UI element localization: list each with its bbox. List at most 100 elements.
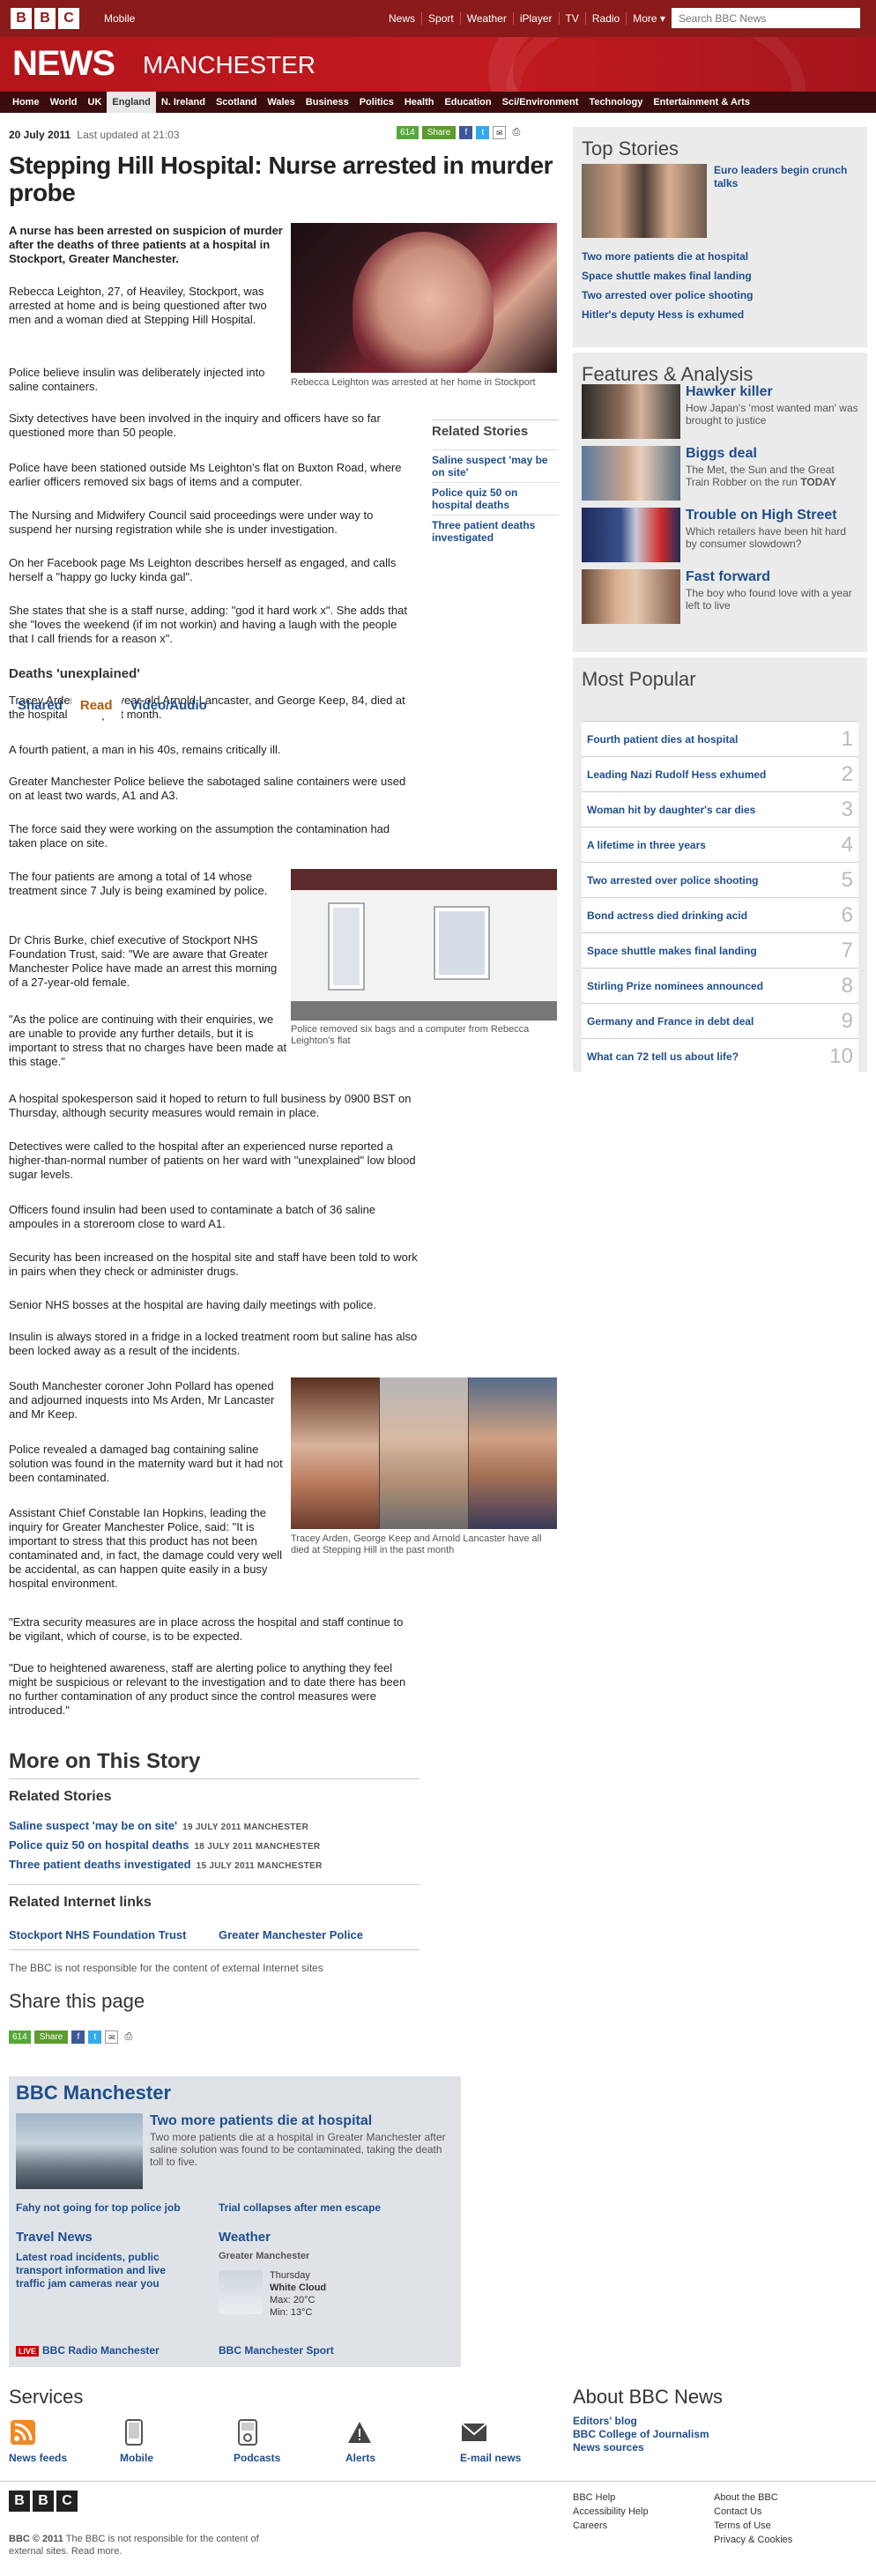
bbc-logo[interactable]: B B C: [11, 8, 79, 29]
news-wordmark[interactable]: NEWS: [12, 44, 115, 84]
feature-image[interactable]: [582, 384, 680, 439]
most-popular-item[interactable]: Fourth patient dies at hospital 1: [582, 721, 858, 756]
most-popular-item[interactable]: Woman hit by daughter's car dies 3: [582, 791, 858, 827]
share-button[interactable]: Share: [421, 126, 457, 139]
related-story-link[interactable]: Three patient deaths investigated: [432, 515, 559, 547]
about-link[interactable]: Editors' blog: [573, 2415, 637, 2427]
service-alerts[interactable]: Alerts: [345, 2418, 375, 2464]
tab-shared[interactable]: Shared: [9, 693, 71, 718]
print-icon[interactable]: ⎙: [122, 2030, 136, 2044]
travel-news-link[interactable]: Latest road incidents, public transport …: [16, 2251, 192, 2290]
travel-news-heading[interactable]: Travel News: [16, 2230, 93, 2245]
related-story-title[interactable]: Police quiz 50 on hospital deaths: [9, 1838, 189, 1852]
footer-link[interactable]: Accessibility Help: [573, 2506, 649, 2517]
internet-link[interactable]: Greater Manchester Police: [219, 1928, 363, 1941]
about-link[interactable]: BBC College of Journalism: [573, 2428, 709, 2440]
most-popular-title[interactable]: Germany and France in debt deal: [587, 1015, 754, 1028]
feature-title[interactable]: Trouble on High Street: [686, 508, 837, 523]
nav-iplayer[interactable]: iPlayer: [514, 12, 560, 25]
weather-heading[interactable]: Weather: [219, 2230, 271, 2245]
facebook-icon[interactable]: f: [71, 2030, 85, 2044]
section-england[interactable]: England: [107, 92, 156, 113]
local-lead-image[interactable]: [16, 2113, 143, 2189]
related-story-link[interactable]: Police quiz 50 on hospital deaths 18 JULY…: [9, 1838, 320, 1852]
most-popular-item[interactable]: Two arrested over police shooting 5: [582, 862, 858, 897]
section-entertainment[interactable]: Entertainment & Arts: [648, 92, 755, 113]
feature-image[interactable]: [582, 446, 680, 501]
top-story-link[interactable]: Hitler's deputy Hess is exhumed: [582, 308, 744, 321]
print-icon[interactable]: ⎙: [509, 126, 523, 139]
most-popular-item[interactable]: A lifetime in three years 4: [582, 827, 858, 862]
related-story-title[interactable]: Three patient deaths investigated: [9, 1858, 191, 1871]
related-story-link[interactable]: Saline suspect 'may be on site' 19 JULY 2…: [9, 1819, 308, 1832]
top-story-link[interactable]: Space shuttle makes final landing: [582, 270, 752, 282]
service-label[interactable]: Mobile: [120, 2452, 153, 2464]
service-podcasts[interactable]: Podcasts: [234, 2418, 280, 2464]
top-story-lead[interactable]: Euro leaders begin crunch talks: [714, 164, 855, 190]
section-uk[interactable]: UK: [83, 92, 108, 113]
related-story-title[interactable]: Saline suspect 'may be on site': [9, 1819, 177, 1832]
local-radio-link[interactable]: LIVE BBC Radio Manchester: [16, 2344, 160, 2357]
most-popular-title[interactable]: Bond actress died drinking acid: [587, 909, 747, 922]
email-icon[interactable]: ✉: [105, 2030, 119, 2044]
nav-more[interactable]: More ▾: [627, 12, 672, 25]
tab-read[interactable]: Read: [71, 693, 122, 718]
nav-weather[interactable]: Weather: [461, 12, 514, 25]
local-story-link[interactable]: Fahy not going for top police job: [16, 2201, 181, 2214]
footer-link[interactable]: Contact Us: [714, 2506, 761, 2517]
feature-image[interactable]: [582, 508, 680, 562]
section-education[interactable]: Education: [439, 92, 496, 113]
related-story-link[interactable]: Police quiz 50 on hospital deaths: [432, 482, 559, 515]
most-popular-item[interactable]: Bond actress died drinking acid 6: [582, 897, 858, 932]
section-home[interactable]: Home: [7, 92, 45, 113]
service-label[interactable]: News feeds: [9, 2452, 67, 2464]
most-popular-item[interactable]: Space shuttle makes final landing 7: [582, 932, 858, 968]
local-lead-title[interactable]: Two more patients die at hospital: [150, 2113, 372, 2129]
feature-image[interactable]: [582, 569, 680, 624]
twitter-icon[interactable]: t: [476, 126, 490, 139]
most-popular-item[interactable]: What can 72 tell us about life? 10: [582, 1038, 858, 1073]
top-story-image[interactable]: [582, 164, 707, 238]
section-n-ireland[interactable]: N. Ireland: [156, 92, 211, 113]
most-popular-title[interactable]: What can 72 tell us about life?: [587, 1050, 739, 1063]
feature-title[interactable]: Biggs deal: [686, 446, 757, 462]
section-health[interactable]: Health: [399, 92, 440, 113]
service-news-feeds[interactable]: News feeds: [9, 2418, 67, 2464]
section-scotland[interactable]: Scotland: [211, 92, 262, 113]
most-popular-title[interactable]: Fourth patient dies at hospital: [587, 733, 738, 746]
footer-link[interactable]: BBC Help: [573, 2492, 615, 2503]
most-popular-item[interactable]: Stirling Prize nominees announced 8: [582, 968, 858, 1003]
most-popular-item[interactable]: Leading Nazi Rudolf Hess exhumed 2: [582, 756, 858, 791]
feature-title[interactable]: Fast forward: [686, 569, 770, 585]
nav-tv[interactable]: TV: [560, 12, 586, 25]
search-input[interactable]: [672, 8, 860, 28]
service-label[interactable]: Alerts: [345, 2452, 375, 2464]
most-popular-title[interactable]: Stirling Prize nominees announced: [587, 980, 763, 992]
most-popular-title[interactable]: A lifetime in three years: [587, 839, 706, 851]
email-icon[interactable]: ✉: [493, 126, 507, 139]
about-link[interactable]: News sources: [573, 2441, 644, 2454]
service-label[interactable]: E-mail news: [460, 2452, 521, 2464]
facebook-icon[interactable]: f: [459, 126, 473, 139]
section-wales[interactable]: Wales: [262, 92, 300, 113]
local-radio-label[interactable]: BBC Radio Manchester: [42, 2344, 160, 2357]
related-story-link[interactable]: Saline suspect 'may be on site': [432, 449, 559, 482]
section-business[interactable]: Business: [301, 92, 354, 113]
nav-sport[interactable]: Sport: [422, 12, 461, 25]
mobile-link[interactable]: Mobile: [104, 12, 135, 25]
local-heading[interactable]: BBC Manchester: [16, 2082, 171, 2105]
service-mobile[interactable]: Mobile: [120, 2418, 153, 2464]
share-button[interactable]: Share: [33, 2030, 69, 2044]
top-story-link[interactable]: Two arrested over police shooting: [582, 289, 753, 301]
most-popular-item[interactable]: Germany and France in debt deal 9: [582, 1003, 858, 1038]
most-popular-title[interactable]: Space shuttle makes final landing: [587, 945, 757, 957]
local-story-link[interactable]: Trial collapses after men escape: [219, 2201, 381, 2214]
section-sci-environment[interactable]: Sci/Environment: [497, 92, 584, 113]
internet-link[interactable]: Stockport NHS Foundation Trust: [9, 1928, 187, 1941]
region-wordmark[interactable]: MANCHESTER: [143, 51, 316, 79]
footer-bbc-logo[interactable]: B B C: [9, 2491, 78, 2512]
section-world[interactable]: World: [45, 92, 83, 113]
footer-link[interactable]: About the BBC: [714, 2492, 778, 2503]
service-label[interactable]: Podcasts: [234, 2452, 280, 2464]
nav-radio[interactable]: Radio: [586, 12, 627, 25]
